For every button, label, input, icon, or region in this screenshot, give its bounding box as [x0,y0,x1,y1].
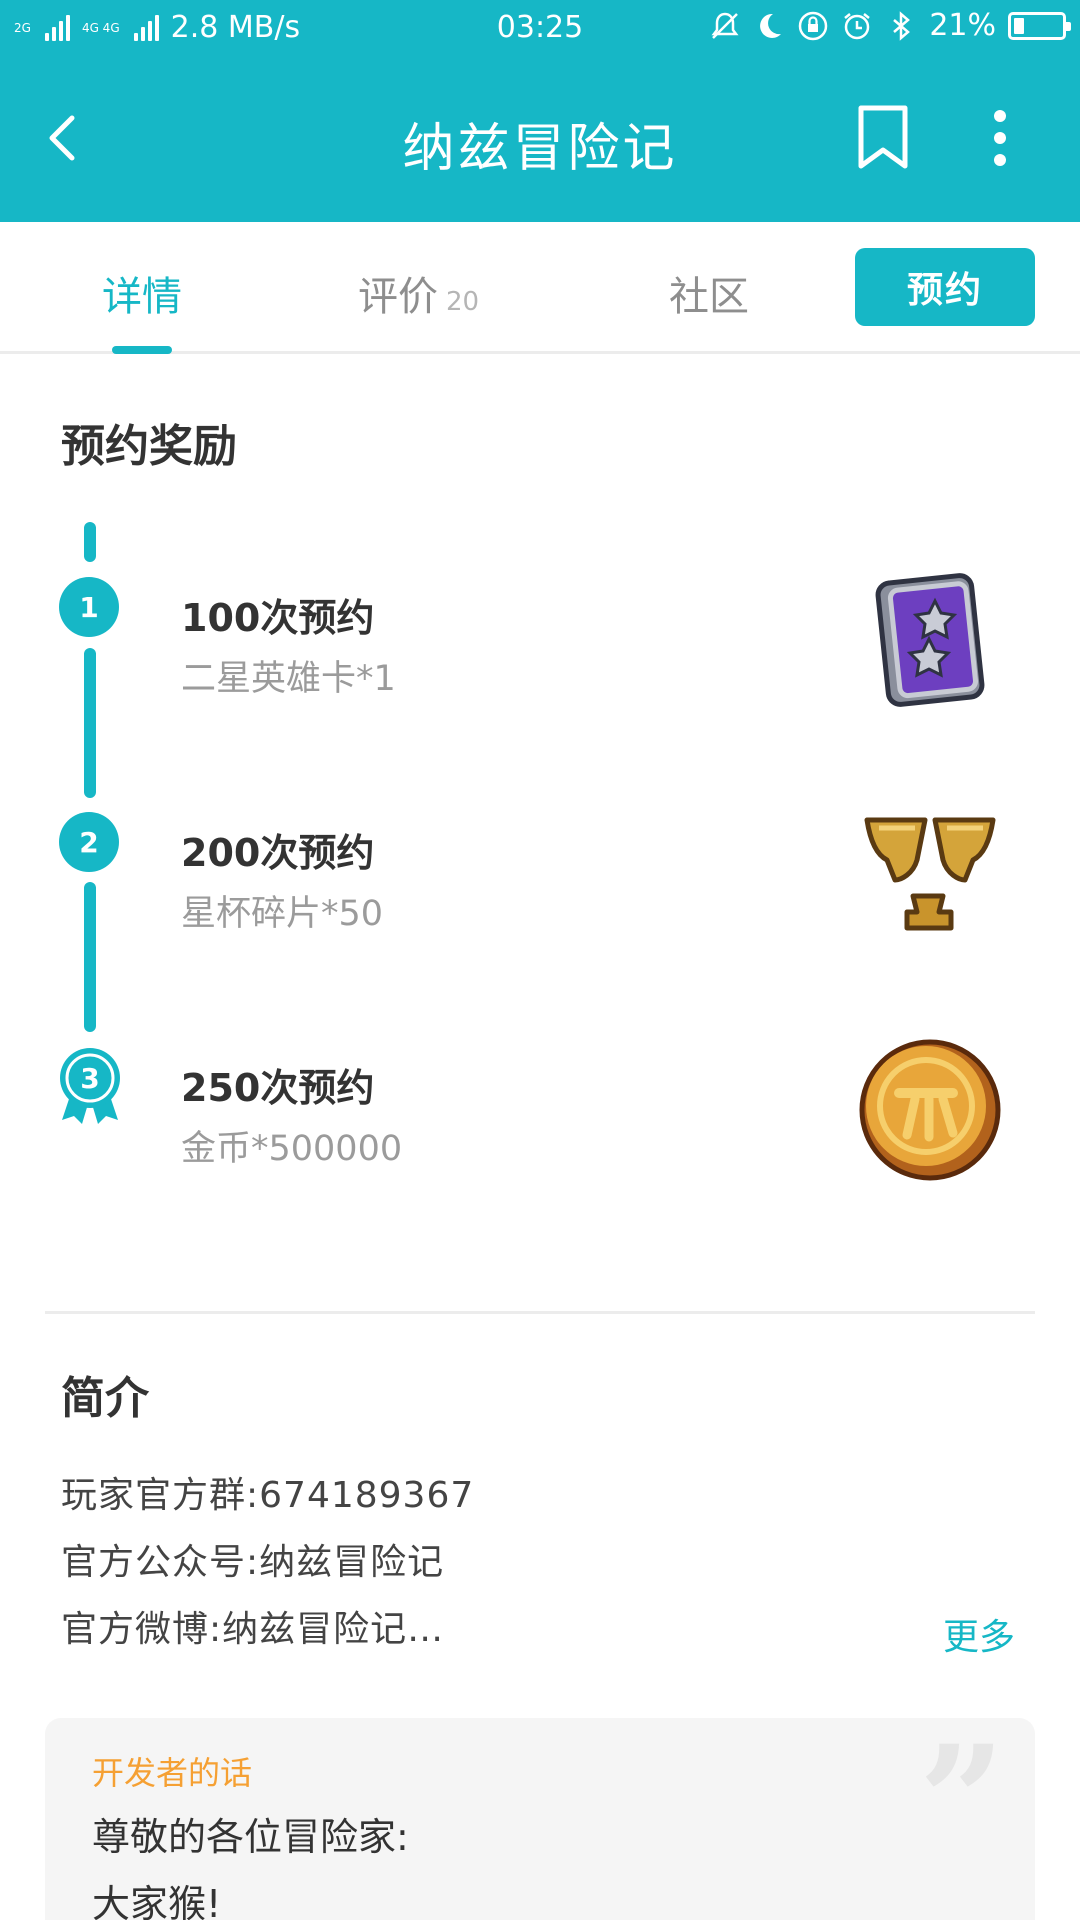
step-2-marker: 2 [59,812,119,872]
status-right: 21% [709,8,1071,43]
developer-label: 开发者的话 [92,1754,253,1792]
alarm-icon [844,12,871,39]
timeline-segment [84,522,96,562]
bluetooth-icon [893,10,911,41]
quote-icon: ” [918,1713,1005,1889]
rotation-lock-icon [799,11,828,40]
tab-review[interactable]: 评价 20 [358,264,479,322]
more-options-icon[interactable] [980,108,1020,168]
tab-bar: 详情 评价 20 社区 预约 [0,222,1080,354]
active-tab-indicator [112,346,172,354]
reserve-button[interactable]: 预约 [855,248,1035,326]
review-count: 20 [446,287,480,317]
broken-cup-icon [864,817,996,931]
timeline-segment [84,648,96,798]
mute-bell-icon [711,12,739,39]
status-bar: 2G 4G 4G 2.8 MB/s 03:25 21% [0,0,1080,56]
step-1-marker: 1 [59,577,119,637]
reward-2-desc: 星杯碎片*50 [181,894,384,934]
tab-detail[interactable]: 详情 [102,264,182,322]
battery-percent: 21% [929,8,996,43]
developer-note-card: ” 开发者的话 尊敬的各位冒险家: 大家猴! [45,1718,1035,1920]
intro-title: 简介 [61,1373,149,1424]
reward-3-name: 250次预约 [181,1066,375,1110]
app-bar: 纳兹冒险记 [0,56,1080,222]
reward-3-desc: 金币*500000 [181,1129,403,1169]
step-3-marker: 3 [80,1061,100,1095]
top-bar: 2G 4G 4G 2.8 MB/s 03:25 21% 纳兹冒险记 [0,0,1080,222]
intro-line-weibo: 官方微博:纳兹冒险记… [61,1609,445,1650]
reward-2-name: 200次预约 [181,831,375,875]
intro-line-wechat: 官方公众号:纳兹冒险记 [61,1542,445,1583]
timeline-segment [84,882,96,1032]
tab-review-label: 评价 [358,274,438,320]
battery-icon [1008,11,1071,40]
bookmark-icon[interactable] [853,102,913,172]
battery-level [1014,17,1024,34]
reward-1-name: 100次预约 [181,596,375,640]
rewards-title: 预约奖励 [61,421,237,472]
intro-line-group: 玩家官方群:674189367 [61,1475,475,1516]
more-link[interactable]: 更多 [943,1608,1015,1660]
developer-line: 大家猴! [92,1882,222,1920]
moon-icon [760,13,782,38]
developer-line: 尊敬的各位冒险家: [92,1815,409,1859]
page-title: 纳兹冒险记 [402,119,678,179]
hero-card-icon [875,573,985,707]
section-divider [45,1311,1035,1314]
gold-coin-icon [859,1039,1001,1181]
tab-community[interactable]: 社区 [669,264,749,322]
reward-1-desc: 二星英雄卡*1 [181,659,396,699]
